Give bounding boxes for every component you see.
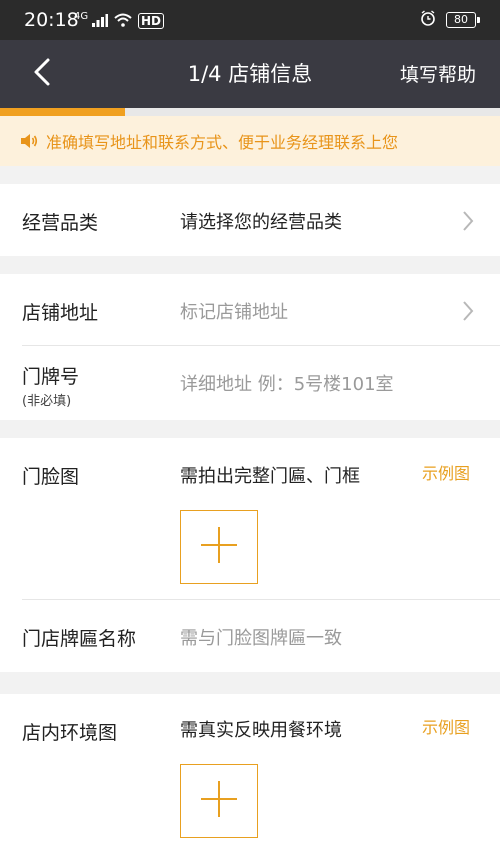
storefront-hint: 需拍出完整门匾、门框	[180, 466, 360, 487]
network-type: 4G	[74, 11, 89, 22]
interior-sample-link[interactable]: 示例图	[422, 714, 470, 738]
sign-name-input[interactable]: 需与门脸图牌匾一致	[180, 624, 342, 650]
chevron-right-icon	[462, 210, 474, 236]
notice-text: 准确填写地址和联系方式、便于业务经理联系上您	[46, 133, 399, 152]
category-value: 请选择您的经营品类	[180, 212, 342, 233]
speaker-icon	[20, 133, 38, 149]
chevron-right-icon	[462, 300, 474, 326]
hd-badge: HD	[138, 13, 165, 29]
divider	[22, 599, 500, 600]
storefront-sample-link[interactable]: 示例图	[422, 460, 470, 484]
nav-bar: 1/4 店铺信息 填写帮助	[0, 40, 500, 108]
battery-indicator: 80	[446, 12, 480, 28]
category-label: 经营品类	[22, 212, 99, 234]
optional-note: (非必填)	[22, 394, 72, 409]
door-number-label: 门牌号	[22, 366, 80, 388]
interior-upload-button[interactable]	[180, 764, 258, 838]
status-right: 80	[420, 10, 480, 30]
storefront-label: 门脸图	[22, 466, 80, 488]
help-link[interactable]: 填写帮助	[400, 60, 476, 87]
storefront-section: 门脸图 需拍出完整门匾、门框 示例图 门店牌匾名称 需与门脸图牌匾一致	[0, 438, 500, 672]
alarm-icon	[420, 10, 436, 30]
address-label: 店铺地址	[22, 302, 99, 324]
status-bar: 20:18 4G HD 80	[0, 0, 500, 40]
door-number-input[interactable]: 详细地址 例：5号楼101室	[180, 370, 394, 396]
progress-bar	[0, 108, 500, 116]
signal-icon	[92, 12, 108, 31]
sign-name-label: 门店牌匾名称	[22, 628, 137, 650]
status-time: 20:18	[24, 9, 79, 31]
interior-section: 店内环境图 需真实反映用餐环境 示例图	[0, 694, 500, 858]
storefront-upload-button[interactable]	[180, 510, 258, 584]
plus-icon	[199, 525, 239, 569]
category-row[interactable]: 经营品类 请选择您的经营品类	[0, 184, 500, 256]
interior-hint: 需真实反映用餐环境	[180, 720, 342, 741]
progress-fill	[0, 108, 125, 116]
address-row[interactable]: 店铺地址 标记店铺地址	[0, 274, 500, 346]
wifi-icon	[114, 12, 132, 31]
status-icons: HD	[92, 11, 165, 31]
interior-label: 店内环境图	[22, 722, 118, 744]
plus-icon	[199, 779, 239, 823]
notice-banner: 准确填写地址和联系方式、便于业务经理联系上您	[0, 116, 500, 166]
address-value: 标记店铺地址	[180, 302, 288, 323]
door-number-row: 门牌号 (非必填) 详细地址 例：5号楼101室	[0, 346, 500, 420]
